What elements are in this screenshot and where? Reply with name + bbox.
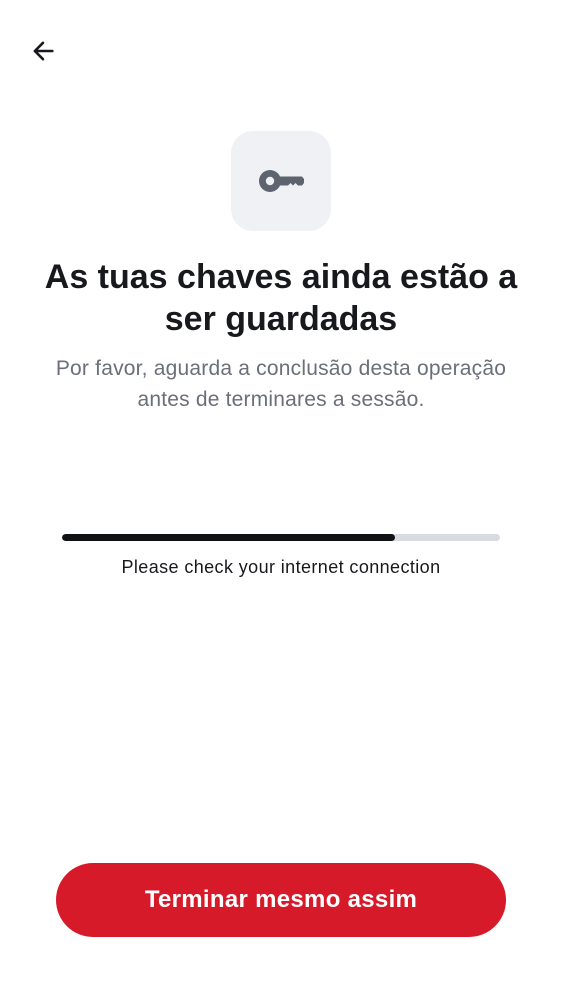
page-title: As tuas chaves ainda estão a ser guardad… <box>44 258 518 338</box>
finish-anyway-button[interactable]: Terminar mesmo assim <box>56 863 506 937</box>
progress-bar <box>62 534 500 541</box>
key-icon-tile <box>231 131 331 231</box>
connection-status-text: Please check your internet connection <box>121 557 441 577</box>
page-subtitle: Por favor, aguarda a conclusão desta ope… <box>55 357 507 411</box>
arrow-left-icon <box>33 41 54 61</box>
back-button[interactable] <box>22 30 64 72</box>
key-icon <box>259 170 304 192</box>
progress-bar-fill <box>62 534 395 541</box>
